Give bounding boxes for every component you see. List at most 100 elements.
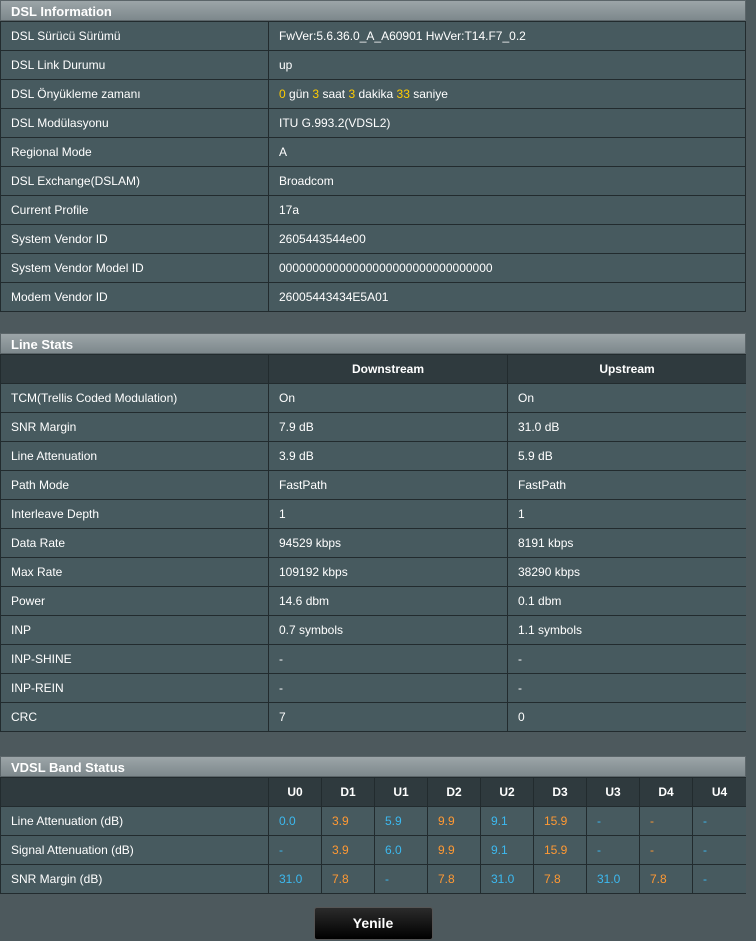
band-value-d3: 15.9 (533, 806, 587, 836)
row-label: INP (0, 615, 269, 645)
band-value-u4: - (692, 864, 747, 894)
dsl-information-section: DSL Information DSL Sürücü Sürümü FwVer:… (0, 0, 746, 312)
uptime-days-unit: gün (289, 87, 310, 101)
table-row: Path Mode FastPath FastPath (0, 470, 747, 500)
upstream-value: - (507, 673, 747, 703)
downstream-value: 7.9 dB (268, 412, 508, 442)
band-value-u1: 5.9 (374, 806, 428, 836)
table-row: Line Attenuation 3.9 dB 5.9 dB (0, 441, 747, 471)
row-label: DSL Modülasyonu (0, 108, 269, 138)
row-label: SNR Margin (0, 412, 269, 442)
row-label: TCM(Trellis Coded Modulation) (0, 383, 269, 413)
vdsl-band-status-section: VDSL Band Status U0 D1 U1 D2 U2 D3 U3 D4 U4 Line… (0, 756, 747, 894)
table-header-row: Downstream Upstream (0, 354, 747, 384)
upstream-value: 0 (507, 702, 747, 732)
table-row: CRC 7 0 (0, 702, 747, 732)
refresh-button[interactable]: Yenile (313, 907, 433, 940)
downstream-value: On (268, 383, 508, 413)
row-label: Path Mode (0, 470, 269, 500)
uptime-minutes-unit: dakika (358, 87, 394, 101)
band-value-d2: 9.9 (427, 835, 481, 865)
band-value-u2: 9.1 (480, 835, 534, 865)
table-row: INP 0.7 symbols 1.1 symbols (0, 615, 747, 645)
row-value: A (268, 137, 746, 167)
upstream-value: - (507, 644, 747, 674)
vdsl-band-status-title: VDSL Band Status (0, 756, 746, 777)
uptime-value: 0 gün 3 saat 3 dakika 33 saniye (268, 79, 746, 109)
table-row: Interleave Depth 1 1 (0, 499, 747, 529)
downstream-value: 3.9 dB (268, 441, 508, 471)
row-label: CRC (0, 702, 269, 732)
band-value-d1: 7.8 (321, 864, 375, 894)
table-row: Data Rate 94529 kbps 8191 kbps (0, 528, 747, 558)
downstream-value: 1 (268, 499, 508, 529)
row-label: Signal Attenuation (dB) (0, 835, 269, 865)
row-label: Line Attenuation (dB) (0, 806, 269, 836)
table-row: Max Rate 109192 kbps 38290 kbps (0, 557, 747, 587)
table-row: INP-SHINE - - (0, 644, 747, 674)
uptime-seconds-unit: saniye (413, 87, 448, 101)
band-value-d2: 9.9 (427, 806, 481, 836)
row-label: Data Rate (0, 528, 269, 558)
band-value-u0: - (268, 835, 322, 865)
table-row: SNR Margin 7.9 dB 31.0 dB (0, 412, 747, 442)
band-value-u3: - (586, 835, 640, 865)
row-label: SNR Margin (dB) (0, 864, 269, 894)
table-row: System Vendor Model ID 00000000000000000… (0, 253, 746, 283)
uptime-hours-unit: saat (322, 87, 346, 101)
downstream-value: 0.7 symbols (268, 615, 508, 645)
upstream-value: FastPath (507, 470, 747, 500)
band-value-u2: 9.1 (480, 806, 534, 836)
band-header-u0: U0 (268, 777, 322, 807)
dsl-information-title: DSL Information (0, 0, 746, 21)
downstream-value: 94529 kbps (268, 528, 508, 558)
right-edge (746, 0, 756, 941)
row-label: Power (0, 586, 269, 616)
row-value: 26005443434E5A01 (268, 282, 746, 312)
upstream-value: 1 (507, 499, 747, 529)
row-value: 2605443544e00 (268, 224, 746, 254)
band-value-d4: - (639, 835, 693, 865)
row-value: 17a (268, 195, 746, 225)
band-value-u4: - (692, 806, 747, 836)
table-row: DSL Modülasyonu ITU G.993.2(VDSL2) (0, 108, 746, 138)
band-value-u0: 31.0 (268, 864, 322, 894)
row-label: INP-REIN (0, 673, 269, 703)
band-header-d2: D2 (427, 777, 481, 807)
table-row: DSL Sürücü Sürümü FwVer:5.6.36.0_A_A6090… (0, 21, 746, 51)
band-header-d4: D4 (639, 777, 693, 807)
row-value: up (268, 50, 746, 80)
band-value-d3: 15.9 (533, 835, 587, 865)
table-header-row: U0 D1 U1 D2 U2 D3 U3 D4 U4 (0, 777, 747, 807)
table-row: Modem Vendor ID 26005443434E5A01 (0, 282, 746, 312)
row-label: Max Rate (0, 557, 269, 587)
table-row: DSL Önyükleme zamanı 0 gün 3 saat 3 daki… (0, 79, 746, 109)
band-value-u2: 31.0 (480, 864, 534, 894)
row-label: Regional Mode (0, 137, 269, 167)
table-row: TCM(Trellis Coded Modulation) On On (0, 383, 747, 413)
dsl-information-table: DSL Sürücü Sürümü FwVer:5.6.36.0_A_A6090… (0, 21, 746, 312)
upstream-value: 1.1 symbols (507, 615, 747, 645)
band-header-u2: U2 (480, 777, 534, 807)
band-value-d2: 7.8 (427, 864, 481, 894)
band-value-d1: 3.9 (321, 835, 375, 865)
table-row: DSL Exchange(DSLAM) Broadcom (0, 166, 746, 196)
line-stats-title: Line Stats (0, 333, 746, 354)
band-value-u0: 0.0 (268, 806, 322, 836)
uptime-days: 0 (279, 87, 286, 101)
row-label: DSL Link Durumu (0, 50, 269, 80)
row-label: DSL Exchange(DSLAM) (0, 166, 269, 196)
upstream-value: 31.0 dB (507, 412, 747, 442)
downstream-value: 7 (268, 702, 508, 732)
band-value-d1: 3.9 (321, 806, 375, 836)
table-row: Current Profile 17a (0, 195, 746, 225)
band-value-u1: - (374, 864, 428, 894)
vdsl-band-status-table: U0 D1 U1 D2 U2 D3 U3 D4 U4 Line Attenuation (dB)… (0, 777, 747, 894)
table-row: Power 14.6 dbm 0.1 dbm (0, 586, 747, 616)
row-label: DSL Önyükleme zamanı (0, 79, 269, 109)
table-row: Regional Mode A (0, 137, 746, 167)
downstream-value: 109192 kbps (268, 557, 508, 587)
band-value-u3: - (586, 806, 640, 836)
band-header-u1: U1 (374, 777, 428, 807)
band-value-d3: 7.8 (533, 864, 587, 894)
